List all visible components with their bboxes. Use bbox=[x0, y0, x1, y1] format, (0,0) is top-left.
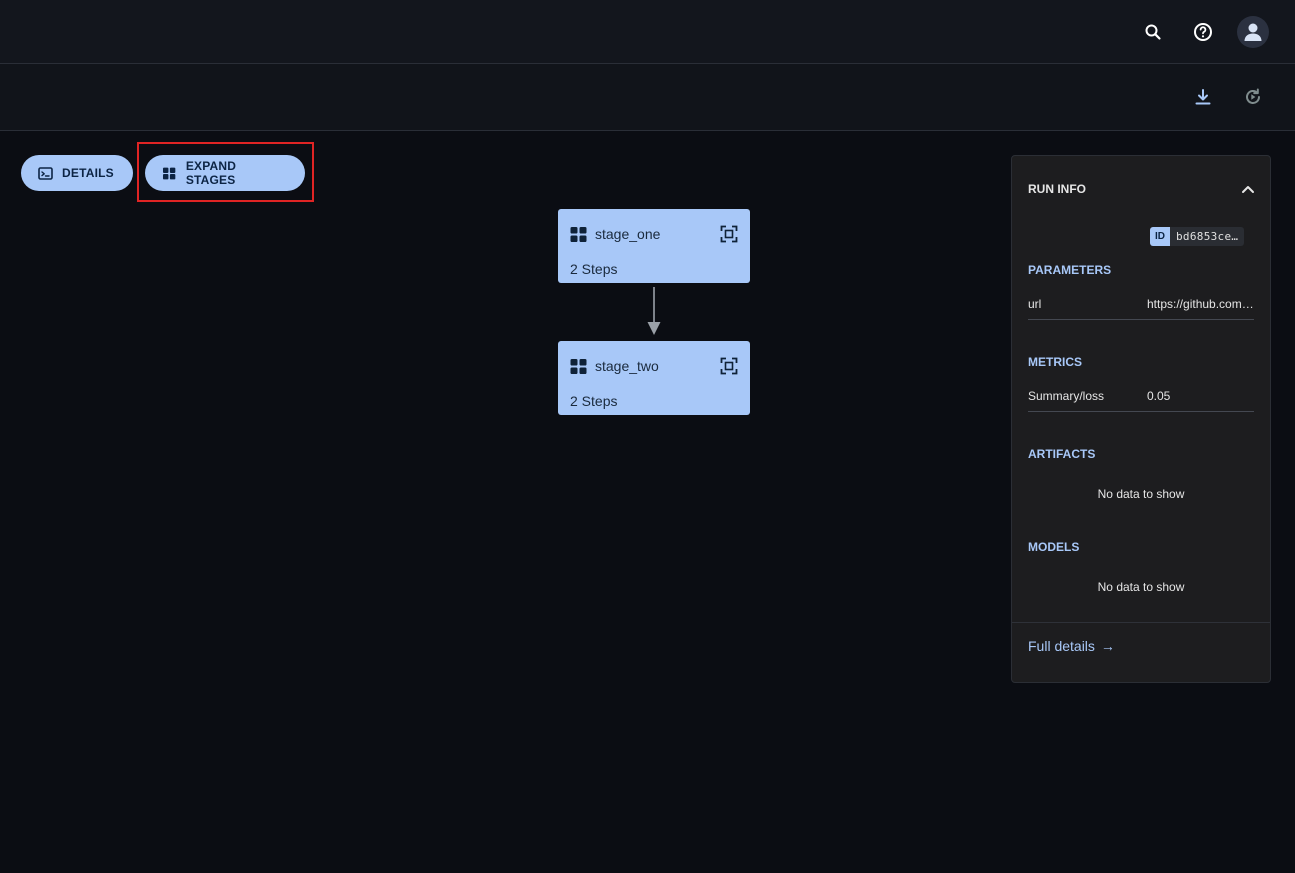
footer-divider bbox=[1012, 622, 1270, 623]
metric-row: Summary/loss 0.05 bbox=[1028, 389, 1254, 406]
highlight-box bbox=[137, 142, 314, 202]
stage-edge-arrow bbox=[647, 287, 661, 335]
models-empty: No data to show bbox=[1097, 580, 1185, 594]
run-id-chip[interactable]: ID bd6853ce… bbox=[1150, 227, 1245, 246]
user-avatar[interactable] bbox=[1237, 16, 1269, 48]
metrics-heading: METRICS bbox=[1028, 355, 1082, 369]
terminal-icon bbox=[38, 166, 53, 180]
top-bar bbox=[0, 0, 1295, 64]
user-icon bbox=[1244, 23, 1262, 41]
arrow-right-icon: → bbox=[1100, 638, 1115, 654]
divider bbox=[1028, 319, 1254, 320]
models-heading: MODELS bbox=[1028, 540, 1080, 554]
details-button[interactable]: DETAILS bbox=[21, 155, 133, 191]
run-info-panel: RUN INFO ID bd6853ce… PARAMETERS url htt… bbox=[1011, 155, 1271, 683]
download-icon[interactable] bbox=[1189, 83, 1217, 111]
full-details-link[interactable]: Full details → bbox=[1028, 638, 1115, 654]
help-icon[interactable] bbox=[1189, 18, 1217, 46]
run-id-label: ID bbox=[1150, 227, 1170, 246]
stage-steps: 2 Steps bbox=[570, 393, 618, 409]
stage-node-stage-one[interactable]: stage_one 2 Steps bbox=[558, 209, 750, 283]
stage-steps: 2 Steps bbox=[570, 261, 618, 277]
focus-icon[interactable] bbox=[720, 357, 738, 375]
metric-value: 0.05 bbox=[1147, 389, 1171, 403]
details-label: DETAILS bbox=[62, 166, 114, 180]
parameter-key: url bbox=[1028, 297, 1042, 311]
stage-node-stage-two[interactable]: stage_two 2 Steps bbox=[558, 341, 750, 415]
run-id-value: bd6853ce… bbox=[1176, 230, 1239, 243]
focus-icon[interactable] bbox=[720, 225, 738, 243]
chevron-up-icon[interactable] bbox=[1241, 182, 1255, 201]
stage-name: stage_two bbox=[595, 358, 659, 374]
search-icon[interactable] bbox=[1139, 18, 1167, 46]
parameter-value: https://github.com/… bbox=[1147, 297, 1254, 311]
run-toolbar bbox=[0, 64, 1295, 131]
grid-icon bbox=[570, 226, 587, 242]
refresh-icon[interactable] bbox=[1239, 83, 1267, 111]
divider bbox=[1028, 411, 1254, 412]
metric-key: Summary/loss bbox=[1028, 389, 1105, 403]
artifacts-heading: ARTIFACTS bbox=[1028, 447, 1096, 461]
run-info-title: RUN INFO bbox=[1028, 182, 1086, 196]
parameters-heading: PARAMETERS bbox=[1028, 263, 1112, 277]
grid-icon bbox=[570, 358, 587, 374]
full-details-label: Full details bbox=[1028, 638, 1095, 654]
artifacts-empty: No data to show bbox=[1097, 487, 1185, 501]
stage-name: stage_one bbox=[595, 226, 661, 242]
parameter-row: url https://github.com/… bbox=[1028, 297, 1254, 314]
